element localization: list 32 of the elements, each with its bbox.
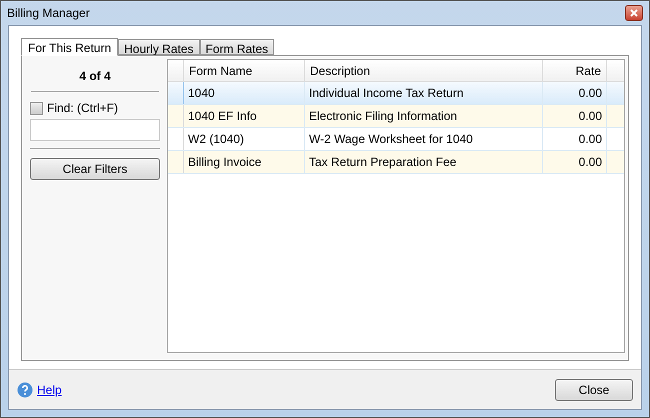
window-title: Billing Manager bbox=[7, 5, 90, 22]
table-cell: W2 (1040) bbox=[184, 128, 305, 150]
table-cell: 0.00 bbox=[543, 128, 607, 150]
column-header[interactable]: Description bbox=[305, 60, 543, 81]
column-header[interactable]: Form Name bbox=[184, 60, 305, 81]
close-button[interactable]: Close bbox=[555, 378, 633, 400]
table-cell: Individual Income Tax Return bbox=[305, 82, 543, 104]
table-row[interactable]: W2 (1040) W-2 Wage Worksheet for 1040 0.00 bbox=[168, 128, 624, 151]
table-cell: 0.00 bbox=[543, 105, 607, 127]
find-label: Find: (Ctrl+F) bbox=[47, 100, 118, 117]
help-link[interactable]: Help bbox=[37, 380, 62, 398]
table-cell: 0.00 bbox=[543, 82, 607, 104]
table-cell: 1040 EF Info bbox=[184, 105, 305, 127]
close-icon[interactable] bbox=[625, 5, 643, 21]
table-row[interactable]: 1040 EF Info Electronic Filing Information 0.00 bbox=[168, 105, 624, 128]
table-cell: Electronic Filing Information bbox=[305, 105, 543, 127]
tab[interactable]: Hourly Rates bbox=[118, 39, 200, 55]
clear-filters-button[interactable]: Clear Filters bbox=[30, 158, 160, 180]
column-header[interactable]: Rate bbox=[543, 60, 607, 81]
table-cell: 0.00 bbox=[543, 151, 607, 173]
help-icon bbox=[17, 382, 33, 398]
table-cell: Tax Return Preparation Fee bbox=[305, 151, 543, 173]
table-row[interactable]: Billing Invoice Tax Return Preparation Fee 0.00 bbox=[168, 151, 624, 174]
find-checkbox[interactable] bbox=[30, 102, 43, 114]
table-cell: Billing Invoice bbox=[184, 151, 305, 173]
table-cell: W-2 Wage Worksheet for 1040 bbox=[305, 128, 543, 150]
table-cell: 1040 bbox=[184, 82, 305, 104]
record-count: 4 of 4 bbox=[78, 68, 112, 85]
tab[interactable]: For This Return bbox=[21, 38, 118, 56]
table-row[interactable]: 1040 Individual Income Tax Return 0.00 bbox=[168, 82, 624, 105]
find-field[interactable] bbox=[30, 119, 160, 141]
tab[interactable]: Form Rates bbox=[200, 39, 274, 55]
